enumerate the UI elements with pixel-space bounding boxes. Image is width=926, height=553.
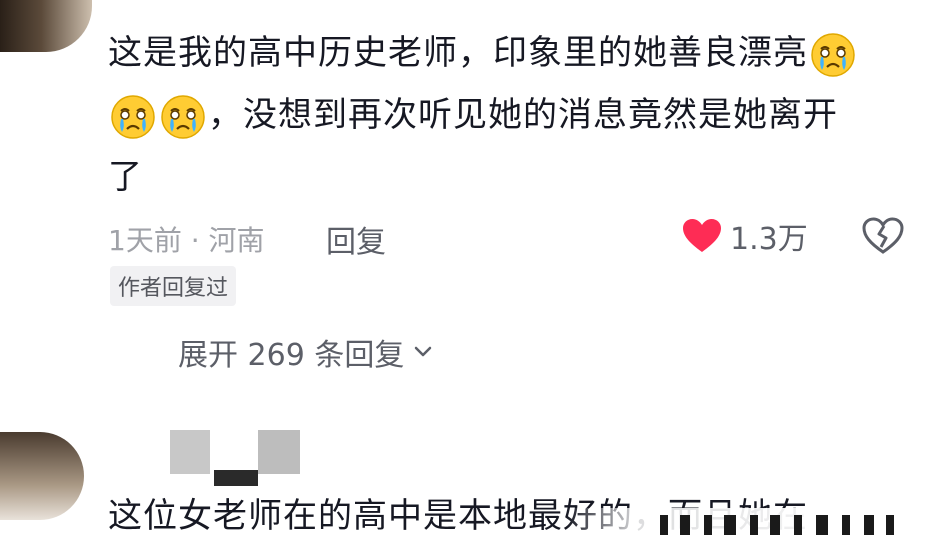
comment-text: 这是我的高中历史老师，印象里的她善良漂亮 ，没想到再次听见她的消息竟然是她离开 … — [108, 22, 908, 208]
heart-icon[interactable] — [682, 218, 722, 254]
crying-face-emoji-icon — [811, 32, 855, 77]
comment-meta-row: 1天前 · 河南 回复 1.3万 — [108, 213, 908, 261]
like-count: 1.3万 — [730, 222, 808, 257]
like-button[interactable]: 1.3万 — [682, 213, 808, 259]
author-replied-badge: 作者回复过 — [110, 266, 237, 306]
time-location: 1天前 · 河南 — [108, 224, 265, 257]
username-mosaic — [170, 430, 302, 486]
redaction-blocks — [660, 515, 910, 535]
comment-line-3: 了 — [108, 157, 143, 197]
crying-face-emoji-icon — [111, 94, 155, 139]
chevron-down-icon — [415, 346, 432, 357]
reply-button[interactable]: 回复 — [326, 217, 386, 261]
crying-face-emoji-icon — [161, 94, 205, 139]
broken-heart-icon[interactable] — [862, 217, 904, 255]
expand-replies-button[interactable]: 展开 269 条回复 — [178, 330, 434, 374]
expand-replies-label: 展开 269 条回复 — [178, 338, 405, 373]
avatar[interactable] — [0, 0, 92, 52]
comment-line-1: 这是我的高中历史老师，印象里的她善良漂亮 — [108, 33, 808, 73]
comment-line-2: ，没想到再次听见她的消息竟然是她离开 — [208, 95, 838, 135]
next-comment-avatar[interactable] — [0, 432, 84, 520]
